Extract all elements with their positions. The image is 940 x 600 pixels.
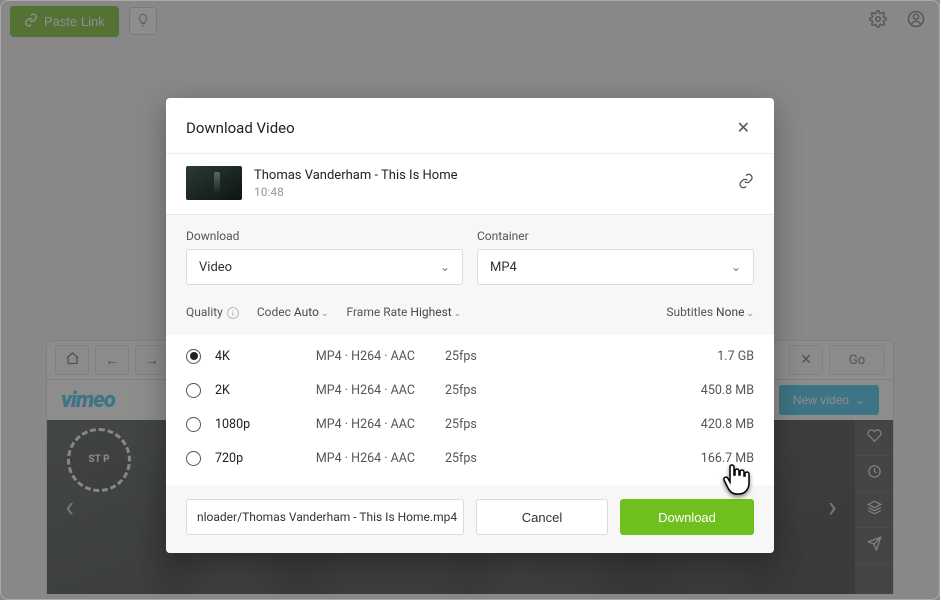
quality-codec: MP4 · H264 · AAC <box>285 451 445 466</box>
quality-option[interactable]: 4KMP4 · H264 · AAC25fps1.7 GB <box>186 339 754 373</box>
container-label: Container <box>477 229 754 243</box>
chevron-down-icon: ⌄ <box>731 260 741 274</box>
chevron-down-icon: ⌄ <box>321 309 329 319</box>
download-button[interactable]: Download <box>620 499 754 535</box>
dialog-title: Download Video <box>186 119 295 137</box>
dialog-close-button[interactable]: ✕ <box>733 114 754 141</box>
quality-label: Quality <box>186 305 223 319</box>
quality-fps: 25fps <box>445 349 535 364</box>
quality-fps: 25fps <box>445 383 535 398</box>
quality-size: 166.7 MB <box>535 451 754 466</box>
quality-size: 450.8 MB <box>535 383 754 398</box>
quality-option[interactable]: 2KMP4 · H264 · AAC25fps450.8 MB <box>186 373 754 407</box>
download-type-label: Download <box>186 229 463 243</box>
download-video-dialog: Download Video ✕ Thomas Vanderham - This… <box>166 98 774 553</box>
radio-icon <box>186 349 201 364</box>
download-type-select[interactable]: Video ⌄ <box>186 249 463 285</box>
chevron-down-icon: ⌄ <box>440 260 450 274</box>
quality-codec: MP4 · H264 · AAC <box>285 383 445 398</box>
quality-size: 1.7 GB <box>535 349 754 364</box>
radio-icon <box>186 451 201 466</box>
radio-icon <box>186 383 201 398</box>
quality-codec: MP4 · H264 · AAC <box>285 417 445 432</box>
quality-option[interactable]: 1080pMP4 · H264 · AAC25fps420.8 MB <box>186 407 754 441</box>
chevron-down-icon: ⌄ <box>746 309 754 319</box>
container-select[interactable]: MP4 ⌄ <box>477 249 754 285</box>
framerate-filter[interactable]: Frame Rate Highest⌄ <box>346 305 461 319</box>
quality-list: 4KMP4 · H264 · AAC25fps1.7 GB2KMP4 · H26… <box>166 335 774 485</box>
radio-icon <box>186 417 201 432</box>
subtitles-filter[interactable]: Subtitles None⌄ <box>666 305 754 319</box>
codec-filter[interactable]: Codec Auto⌄ <box>257 305 329 319</box>
copy-link-button[interactable] <box>738 173 754 193</box>
quality-size: 420.8 MB <box>535 417 754 432</box>
output-path-field[interactable]: nloader/Thomas Vanderham - This Is Home.… <box>186 499 464 535</box>
cancel-button[interactable]: Cancel <box>476 499 608 535</box>
quality-label: 2K <box>215 383 285 398</box>
container-value: MP4 <box>490 260 517 275</box>
quality-label: 1080p <box>215 417 285 432</box>
video-thumbnail <box>186 166 242 200</box>
quality-label: 720p <box>215 451 285 466</box>
chevron-down-icon: ⌄ <box>454 309 462 319</box>
quality-fps: 25fps <box>445 417 535 432</box>
video-info-row: Thomas Vanderham - This Is Home 10:48 <box>166 154 774 215</box>
quality-option[interactable]: 720pMP4 · H264 · AAC25fps166.7 MB <box>186 441 754 475</box>
video-duration: 10:48 <box>254 185 458 199</box>
download-type-value: Video <box>199 260 232 275</box>
quality-codec: MP4 · H264 · AAC <box>285 349 445 364</box>
close-icon: ✕ <box>737 118 750 137</box>
info-icon[interactable]: i <box>227 307 239 319</box>
output-path-value: nloader/Thomas Vanderham - This Is Home.… <box>197 510 457 524</box>
quality-fps: 25fps <box>445 451 535 466</box>
video-title: Thomas Vanderham - This Is Home <box>254 168 458 183</box>
browse-folder-button[interactable] <box>457 508 464 526</box>
link-icon <box>738 174 754 193</box>
quality-label: 4K <box>215 349 285 364</box>
